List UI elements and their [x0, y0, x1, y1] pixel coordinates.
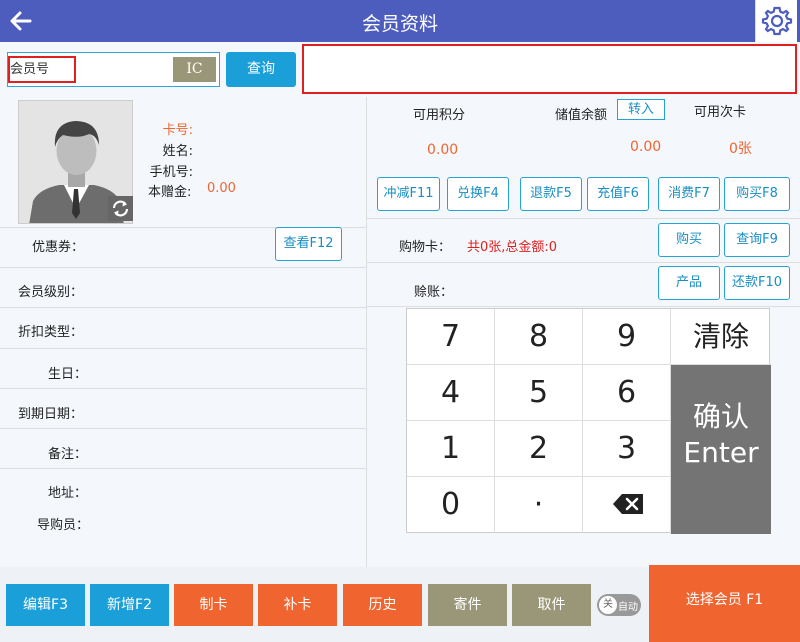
- birthday-label: 生日：: [48, 367, 88, 382]
- coupon-label: 优惠券：: [32, 240, 85, 255]
- enter-label: Enter: [683, 436, 759, 469]
- refresh-icon: [112, 200, 129, 217]
- key-8[interactable]: 8: [495, 309, 583, 365]
- exchange-button[interactable]: 兑换F4: [447, 177, 509, 211]
- clear-key[interactable]: 清除: [671, 309, 771, 365]
- divider: [366, 218, 800, 219]
- buy-times-card-button[interactable]: 购买F8: [724, 177, 790, 211]
- times-card-label: 可用次卡: [694, 105, 747, 120]
- points-value: 0.00: [427, 142, 459, 158]
- shopping-guide-label: 导购员：: [37, 518, 90, 533]
- confirm-enter-key[interactable]: 确认 Enter: [671, 365, 771, 534]
- key-4[interactable]: 4: [407, 365, 495, 421]
- offset-button[interactable]: 冲减F11: [377, 177, 440, 211]
- key-6[interactable]: 6: [583, 365, 671, 421]
- view-coupon-button[interactable]: 查看F12: [275, 227, 342, 261]
- key-2[interactable]: 2: [495, 421, 583, 477]
- expiry-date-label: 到期日期：: [18, 407, 84, 422]
- add-button[interactable]: 新增F2: [90, 584, 169, 626]
- key-3[interactable]: 3: [583, 421, 671, 477]
- divider: [0, 348, 366, 349]
- query-button[interactable]: 查询: [226, 52, 296, 87]
- buy-shopping-card-button[interactable]: 购买: [658, 223, 720, 257]
- divider: [0, 468, 366, 469]
- divider: [366, 262, 800, 263]
- history-button[interactable]: 历史: [343, 584, 422, 626]
- points-label: 可用积分: [413, 108, 466, 123]
- recharge-button[interactable]: 充值F6: [587, 177, 649, 211]
- query-shopping-card-button[interactable]: 查询F9: [724, 223, 790, 257]
- balance-label: 储值余额: [555, 108, 608, 123]
- card-number-label: 卡号:: [162, 123, 193, 138]
- toggle-auto-label: 自动: [618, 602, 638, 613]
- reissue-card-button[interactable]: 补卡: [258, 584, 337, 626]
- decimal-point-key[interactable]: ·: [495, 477, 583, 533]
- balance-value: 0.00: [630, 139, 662, 155]
- member-level-label: 会员级别：: [18, 285, 84, 300]
- divider: [0, 307, 366, 308]
- send-parcel-button[interactable]: 寄件: [428, 584, 507, 626]
- refund-button[interactable]: 退款F5: [520, 177, 582, 211]
- key-1[interactable]: 1: [407, 421, 495, 477]
- phone-label: 手机号:: [149, 165, 193, 180]
- times-card-value: 0张: [729, 141, 752, 157]
- shopping-card-label: 购物卡：: [399, 240, 452, 255]
- backspace-key[interactable]: [583, 477, 671, 533]
- message-display-area: [302, 44, 797, 94]
- key-0[interactable]: 0: [407, 477, 495, 533]
- settings-button[interactable]: [755, 0, 797, 42]
- refresh-avatar-button[interactable]: [108, 196, 133, 221]
- toggle-off-label: 关: [599, 596, 617, 614]
- select-member-button[interactable]: 选择会员 F1: [649, 565, 800, 642]
- product-button[interactable]: 产品: [658, 266, 720, 300]
- divider: [366, 306, 800, 307]
- numeric-keypad: 7 8 9 清除 4 5 6 1 2 3 0 · 确认 Enter: [406, 308, 771, 534]
- backspace-icon: [613, 494, 643, 514]
- transfer-in-button[interactable]: 转入: [617, 99, 665, 120]
- discount-type-label: 折扣类型：: [18, 325, 84, 340]
- repay-button[interactable]: 还款F10: [724, 266, 790, 300]
- auto-toggle[interactable]: 关 自动: [597, 594, 641, 616]
- panel-divider: [366, 97, 367, 567]
- gear-icon: [761, 6, 793, 36]
- key-7[interactable]: 7: [407, 309, 495, 365]
- title-bar: 会员资料: [0, 0, 800, 42]
- credit-label: 赊账：: [414, 285, 454, 300]
- name-label: 姓名:: [162, 144, 193, 159]
- member-info-screen: 会员资料 IC 查询: [0, 0, 800, 642]
- member-number-input[interactable]: [10, 57, 170, 82]
- pickup-parcel-button[interactable]: 取件: [512, 584, 591, 626]
- consume-button[interactable]: 消费F7: [658, 177, 720, 211]
- page-title: 会员资料: [361, 13, 438, 35]
- note-label: 备注：: [48, 447, 88, 462]
- confirm-label: 确认: [692, 400, 749, 433]
- ic-card-button[interactable]: IC: [173, 57, 216, 82]
- gift-amount-value: 0.00: [207, 181, 236, 196]
- make-card-button[interactable]: 制卡: [174, 584, 253, 626]
- key-9[interactable]: 9: [583, 309, 671, 365]
- address-label: 地址：: [48, 486, 88, 501]
- divider: [0, 267, 366, 268]
- divider: [0, 428, 366, 429]
- key-5[interactable]: 5: [495, 365, 583, 421]
- edit-button[interactable]: 编辑F3: [6, 584, 85, 626]
- divider: [0, 388, 366, 389]
- shopping-card-summary: 共0张,总金额:0: [467, 240, 558, 255]
